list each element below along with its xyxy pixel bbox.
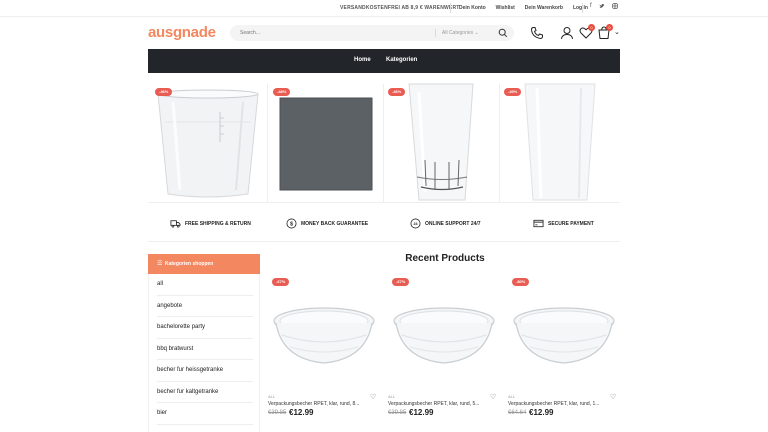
search-bar: All Categories ⌄ [230, 25, 514, 41]
section-title: Recent Products [405, 253, 485, 264]
sale-badge: -67% [392, 278, 410, 286]
product-name[interactable]: Verpackungsbecher RPET, klar, rund, 8... [268, 401, 368, 407]
category-item[interactable]: bbq bratwurst [157, 339, 253, 360]
menu-icon: ☰ [157, 261, 163, 267]
support-icon: 24 [410, 218, 421, 229]
cart-count-badge: 0 [606, 24, 613, 31]
product-name[interactable]: Verpackungsbecher RPET, klar, rund, 5... [388, 401, 488, 407]
product-bowl-image [393, 307, 495, 364]
site-logo[interactable]: ausgnade [148, 24, 216, 41]
sale-badge: -49% [504, 88, 522, 96]
svg-text:$: $ [290, 221, 293, 227]
product-category[interactable]: ALL [508, 394, 515, 399]
divider [499, 84, 500, 202]
shipping-promo: VERSANDKOSTENFREI AB 8,9 € WARENWERT [340, 5, 460, 11]
tall-glass-image [408, 83, 474, 201]
wishlist-heart-icon[interactable]: ♡ [610, 393, 616, 401]
product-old-price: €39.85 [268, 410, 287, 416]
product-category[interactable]: ALL [268, 394, 275, 399]
account-link[interactable]: Dein Konto [459, 5, 486, 11]
cart-link[interactable]: Dein Warenkorb [525, 5, 563, 11]
product-category[interactable]: ALL [388, 394, 395, 399]
truck-icon [170, 220, 181, 228]
feature-support: 24 ONLINE SUPPORT 24/7 [410, 218, 481, 229]
sale-badge: -48% [273, 88, 291, 96]
divider [383, 84, 384, 202]
divider [450, 3, 451, 13]
wishlist-heart-icon[interactable]: ♡ [490, 393, 496, 401]
clear-cup-image [157, 89, 259, 198]
tall-glass-image [524, 83, 596, 201]
category-menu-header[interactable]: ☰ Kategorien shoppen [148, 254, 260, 274]
phone-icon[interactable] [530, 26, 544, 40]
product-name[interactable]: Verpackungsbecher RPET, klar, rund, 1... [508, 401, 608, 407]
feature-money-back: $ MONEY BACK GUARANTEE [286, 218, 368, 229]
sale-badge: -80% [512, 278, 530, 286]
category-item[interactable]: bachelorette party [157, 317, 253, 339]
featured-product[interactable]: -46% [385, 82, 497, 202]
divider [435, 29, 436, 37]
feature-label: FREE SHIPPING & RETURN [185, 220, 251, 227]
product-card[interactable]: -80% ALL ♡ Verpackungsbecher RPET, klar,… [508, 273, 620, 432]
login-link[interactable]: Log In [573, 5, 588, 11]
category-item[interactable]: bier [157, 403, 253, 425]
search-input[interactable] [240, 28, 410, 38]
money-icon: $ [286, 218, 297, 229]
category-select[interactable]: All Categories ⌄ [442, 30, 479, 36]
svg-text:24: 24 [413, 222, 418, 226]
feature-label: SECURE PAYMENT [548, 220, 594, 227]
category-select-label: All Categories [442, 30, 474, 36]
product-card[interactable]: -67% ALL ♡ Verpackungsbecher RPET, klar,… [388, 273, 500, 432]
category-item[interactable]: angebote [157, 296, 253, 317]
category-item[interactable]: becher fur heissgetranke [157, 360, 253, 382]
product-old-price: €64.64 [508, 410, 527, 416]
credit-card-icon [533, 219, 544, 228]
main-nav: Home Kategorien [148, 49, 620, 73]
twitter-icon[interactable] [599, 3, 605, 11]
user-icon[interactable] [560, 26, 574, 40]
featured-product[interactable]: -46% [148, 82, 266, 202]
featured-product[interactable]: -48% [270, 82, 380, 202]
chevron-down-icon[interactable]: ⌄ [614, 28, 620, 36]
feature-label: MONEY BACK GUARANTEE [301, 220, 369, 227]
chevron-down-icon: ⌄ [474, 30, 479, 36]
sale-badge: -46% [155, 88, 173, 96]
instagram-icon[interactable] [611, 3, 618, 11]
category-menu-title: Kategorien shoppen [165, 261, 214, 267]
product-bowl-image [513, 307, 615, 364]
account-links: Dein Konto Wishlist Dein Warenkorb Log In [459, 5, 598, 11]
grey-napkin-image [279, 97, 373, 191]
features-bar: FREE SHIPPING & RETURN $ MONEY BACK GUAR… [148, 202, 620, 242]
product-price: €12.99 [289, 408, 314, 417]
featured-product[interactable]: -49% [501, 82, 620, 202]
wishlist-link[interactable]: Wishlist [496, 5, 515, 11]
wishlist-count-badge: 0 [588, 24, 595, 31]
feature-secure-payment: SECURE PAYMENT [533, 218, 594, 229]
category-list: all angebote bachelorette party bbq brat… [148, 274, 260, 432]
product-bowl-image [273, 307, 375, 364]
social-links: f [590, 3, 618, 11]
search-icon[interactable] [498, 28, 508, 38]
top-bar: VERSANDKOSTENFREI AB 8,9 € WARENWERT Dei… [0, 0, 768, 17]
product-card[interactable]: -67% ALL ♡ Verpackungsbecher RPET, klar,… [268, 273, 380, 432]
feature-free-shipping: FREE SHIPPING & RETURN [170, 218, 251, 229]
nav-item-kategorien[interactable]: Kategorien [386, 57, 417, 63]
wishlist-heart-icon[interactable]: ♡ [370, 393, 376, 401]
category-item[interactable]: becher fur kaltgetranke [157, 382, 253, 403]
divider [582, 3, 583, 13]
feature-label: ONLINE SUPPORT 24/7 [425, 220, 481, 227]
product-old-price: €39.85 [388, 410, 407, 416]
facebook-icon[interactable]: f [590, 3, 592, 11]
sale-badge: -46% [388, 88, 406, 96]
product-price: €12.99 [529, 408, 554, 417]
product-price: €12.99 [409, 408, 434, 417]
divider [267, 84, 268, 202]
nav-item-home[interactable]: Home [354, 57, 371, 63]
category-item[interactable]: all [157, 274, 253, 296]
sale-badge: -67% [272, 278, 290, 286]
